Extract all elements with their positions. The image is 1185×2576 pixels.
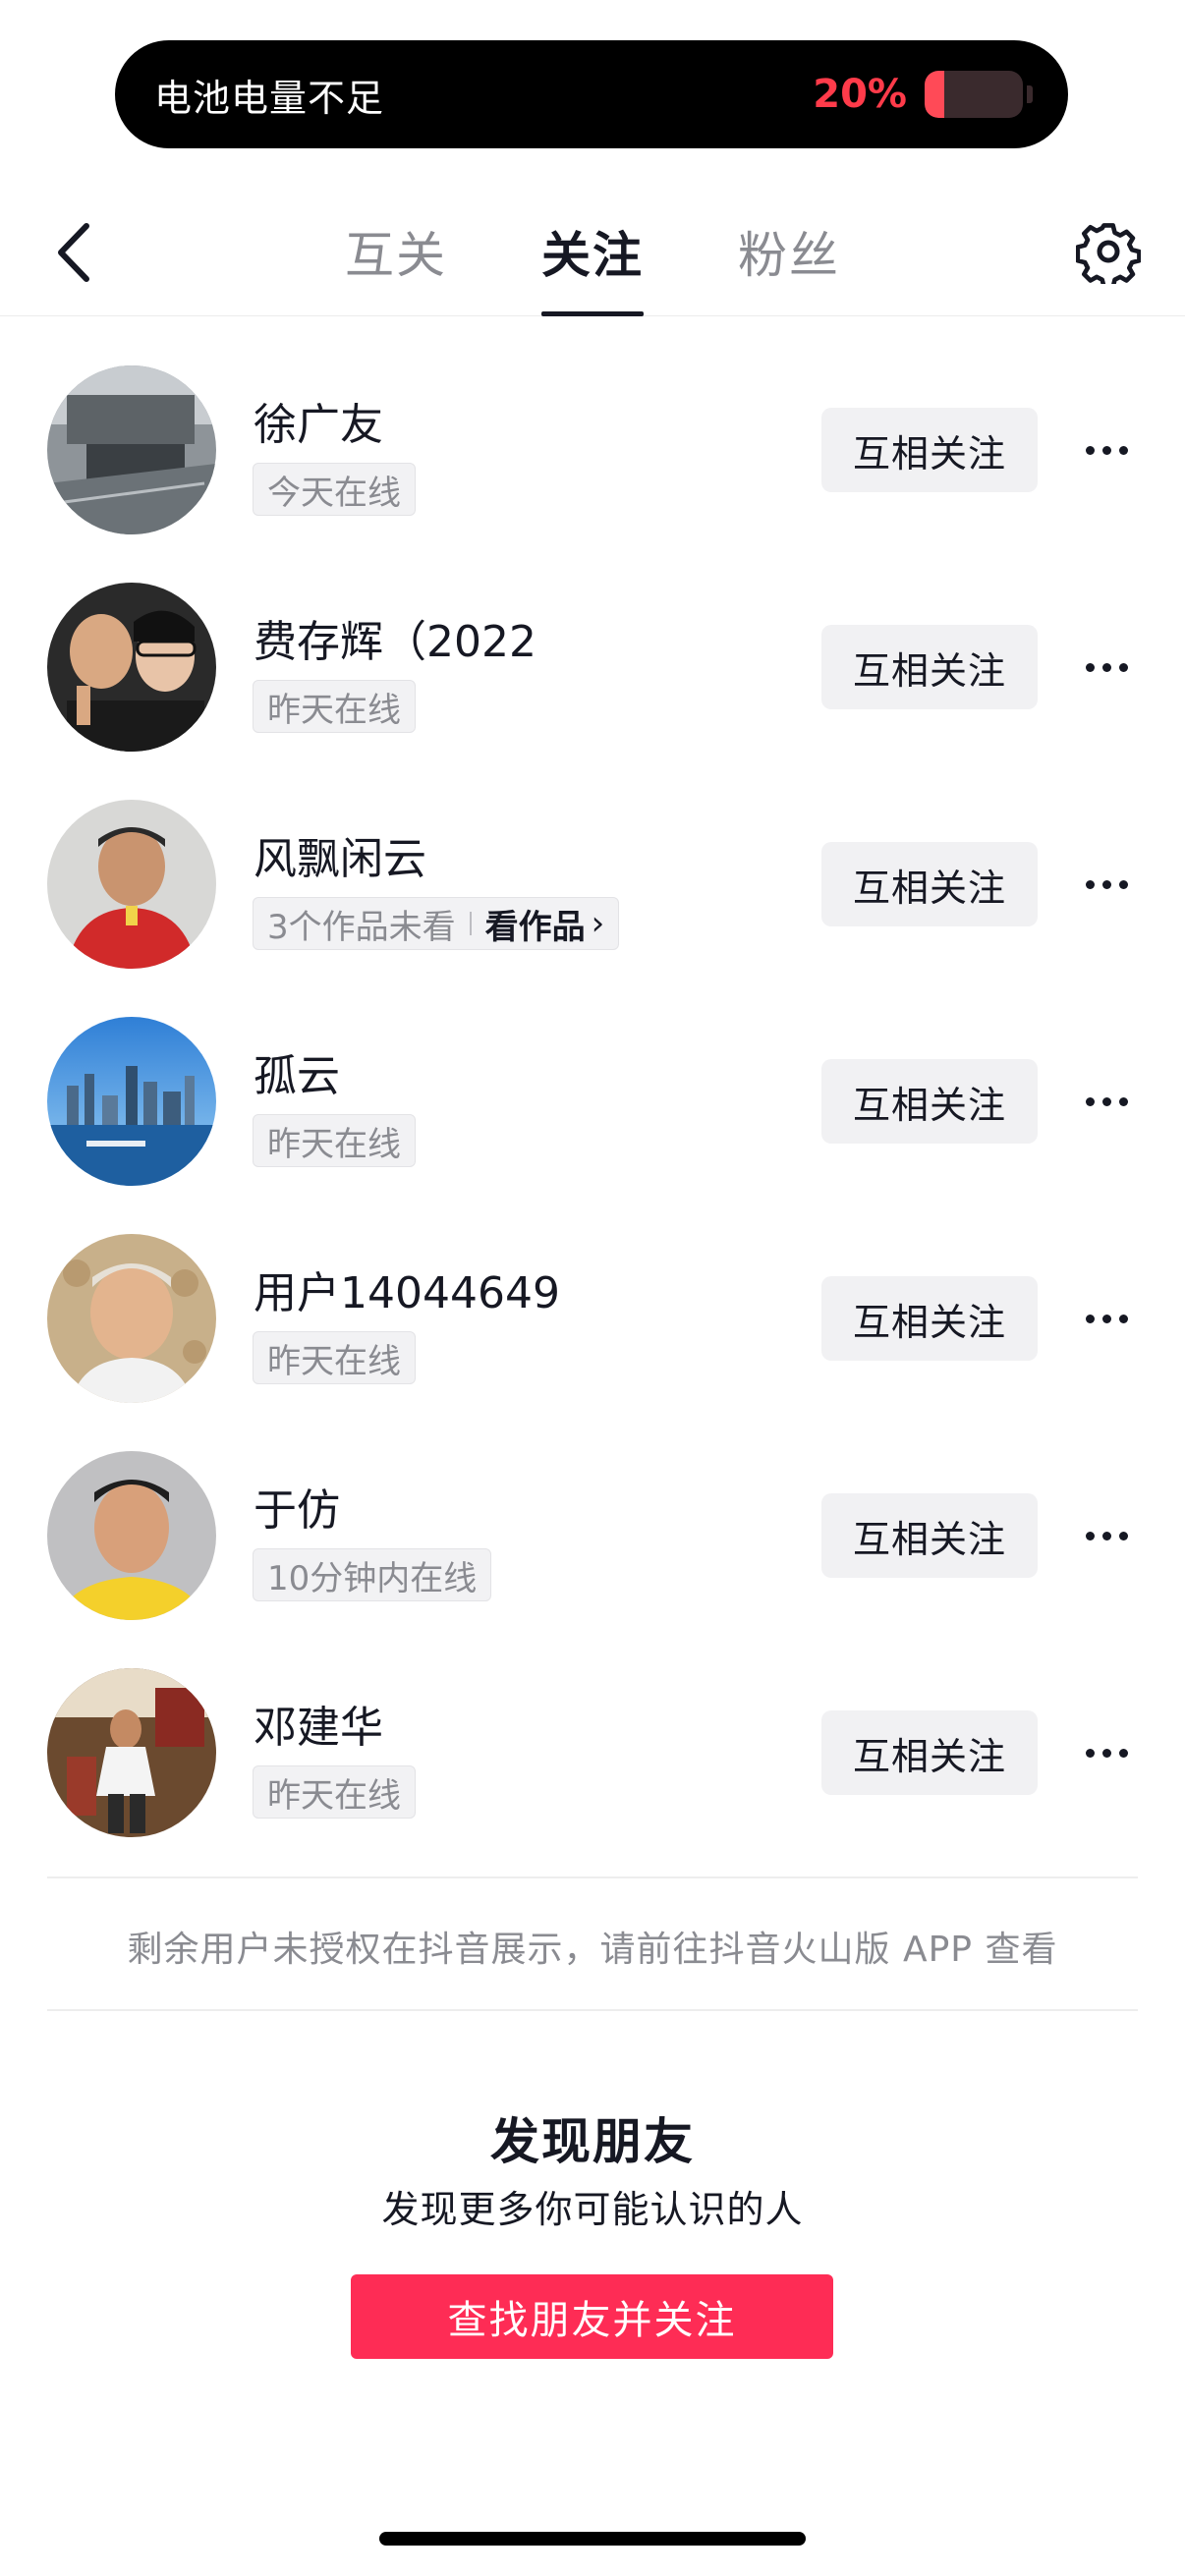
online-status: 昨天在线 bbox=[253, 1331, 416, 1384]
chevron-right-icon: › bbox=[591, 904, 605, 943]
view-works-link[interactable]: 看作品 bbox=[485, 900, 586, 948]
online-status: 昨天在线 bbox=[253, 1114, 416, 1167]
list-item[interactable]: 孤云 昨天在线 互相关注 bbox=[0, 1003, 1185, 1220]
user-name[interactable]: 风飘闲云 bbox=[254, 823, 426, 886]
list-item[interactable]: 邓建华 昨天在线 互相关注 bbox=[0, 1654, 1185, 1872]
tab-bar: 互关 关注 粉丝 bbox=[0, 187, 1185, 316]
low-battery-banner: 电池电量不足 20% bbox=[115, 40, 1068, 148]
following-page: 电池电量不足 20% 互关 关注 粉丝 徐广友 今天在线 互相关注 费存辉（20… bbox=[0, 0, 1185, 2576]
list-item[interactable]: 风飘闲云 3个作品未看 看作品 › 互相关注 bbox=[0, 786, 1185, 1003]
list-item[interactable]: 用户14044649 昨天在线 互相关注 bbox=[0, 1220, 1185, 1437]
user-name[interactable]: 用户14044649 bbox=[254, 1258, 560, 1320]
avatar[interactable] bbox=[47, 1668, 216, 1837]
user-name[interactable]: 费存辉（2022 bbox=[254, 606, 536, 669]
user-name[interactable]: 于仿 bbox=[254, 1475, 340, 1538]
online-status: 昨天在线 bbox=[253, 680, 416, 733]
mutual-follow-button[interactable]: 互相关注 bbox=[821, 1059, 1038, 1144]
user-name[interactable]: 邓建华 bbox=[254, 1692, 383, 1755]
home-indicator[interactable] bbox=[379, 2532, 806, 2546]
tab-following[interactable]: 关注 bbox=[494, 187, 691, 316]
battery-message: 电池电量不足 bbox=[154, 76, 385, 120]
mutual-follow-button[interactable]: 互相关注 bbox=[821, 842, 1038, 926]
avatar[interactable] bbox=[47, 800, 216, 969]
settings-button[interactable] bbox=[1071, 214, 1146, 289]
user-name[interactable]: 孤云 bbox=[254, 1040, 340, 1103]
more-icon[interactable] bbox=[1077, 1733, 1136, 1772]
mutual-follow-button[interactable]: 互相关注 bbox=[821, 1276, 1038, 1361]
find-friends-button[interactable]: 查找朋友并关注 bbox=[351, 2274, 833, 2359]
tab-mutual[interactable]: 互关 bbox=[298, 187, 494, 316]
list-item[interactable]: 费存辉（2022 昨天在线 互相关注 bbox=[0, 569, 1185, 786]
more-icon[interactable] bbox=[1077, 865, 1136, 904]
online-status: 昨天在线 bbox=[253, 1765, 416, 1819]
mutual-follow-button[interactable]: 互相关注 bbox=[821, 1710, 1038, 1795]
mutual-follow-button[interactable]: 互相关注 bbox=[821, 408, 1038, 492]
more-icon[interactable] bbox=[1077, 1299, 1136, 1338]
avatar[interactable] bbox=[47, 1017, 216, 1186]
list-item[interactable]: 于仿 10分钟内在线 互相关注 bbox=[0, 1437, 1185, 1654]
list-item[interactable]: 徐广友 今天在线 互相关注 bbox=[0, 352, 1185, 569]
avatar[interactable] bbox=[47, 583, 216, 752]
gear-icon bbox=[1076, 223, 1141, 284]
user-name[interactable]: 徐广友 bbox=[254, 389, 383, 452]
discover-subtitle: 发现更多你可能认识的人 bbox=[381, 2188, 804, 2231]
divider bbox=[47, 2009, 1138, 2011]
avatar[interactable] bbox=[47, 1451, 216, 1620]
mutual-follow-button[interactable]: 互相关注 bbox=[821, 625, 1038, 709]
more-icon[interactable] bbox=[1077, 1082, 1136, 1121]
battery-icon bbox=[925, 71, 1023, 118]
top-nav: 互关 关注 粉丝 bbox=[0, 187, 1185, 316]
mutual-follow-button[interactable]: 互相关注 bbox=[821, 1493, 1038, 1578]
discover-title: 发现朋友 bbox=[490, 2113, 695, 2170]
avatar[interactable] bbox=[47, 365, 216, 534]
divider bbox=[47, 1876, 1138, 1878]
more-icon[interactable] bbox=[1077, 647, 1136, 687]
tab-fans[interactable]: 粉丝 bbox=[691, 187, 887, 316]
following-list: 徐广友 今天在线 互相关注 费存辉（2022 昨天在线 互相关注 风飘闲云 3个… bbox=[0, 352, 1185, 1872]
avatar[interactable] bbox=[47, 1234, 216, 1403]
battery-percent: 20% bbox=[813, 72, 907, 117]
unwatched-works-status[interactable]: 3个作品未看 看作品 › bbox=[253, 897, 620, 950]
more-icon[interactable] bbox=[1077, 430, 1136, 470]
online-status: 今天在线 bbox=[253, 463, 416, 516]
online-status: 10分钟内在线 bbox=[253, 1548, 492, 1601]
unauthorized-users-notice: 剩余用户未授权在抖音展示，请前往抖音火山版 APP 查看 bbox=[127, 1930, 1058, 1970]
more-icon[interactable] bbox=[1077, 1516, 1136, 1555]
